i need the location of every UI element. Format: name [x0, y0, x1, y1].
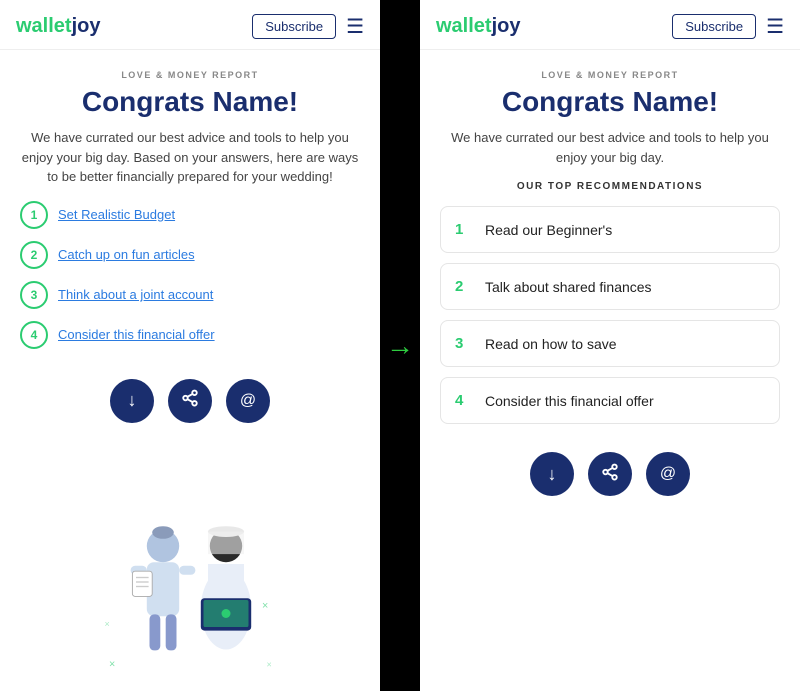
left-header: walletjoy Subscribe ☰ — [0, 0, 380, 50]
rec-item-4[interactable]: 4 Consider this financial offer — [440, 377, 780, 424]
list-item-4[interactable]: 4 Consider this financial offer — [20, 321, 360, 349]
rec-text-1: Read our Beginner's — [485, 222, 612, 238]
svg-text:×: × — [267, 660, 272, 670]
list-link-4[interactable]: Consider this financial offer — [58, 327, 215, 342]
rec-num-4: 4 — [455, 392, 473, 409]
left-download-button[interactable]: ↓ — [110, 379, 154, 423]
circle-1: 1 — [20, 201, 48, 229]
right-subtitle: We have currated our best advice and too… — [440, 128, 780, 167]
rec-num-1: 1 — [455, 221, 473, 238]
circle-2: 2 — [20, 241, 48, 269]
recommendations-list: 1 Read our Beginner's 2 Talk about share… — [440, 206, 780, 434]
left-email-button[interactable]: @ — [226, 379, 270, 423]
list-item-3[interactable]: 3 Think about a joint account — [20, 281, 360, 309]
left-logo: walletjoy — [16, 15, 100, 38]
right-report-label: LOVE & MONEY REPORT — [541, 70, 678, 80]
right-logo: walletjoy — [436, 15, 520, 38]
logo-wallet-left: wallet — [16, 15, 72, 37]
rec-text-4: Consider this financial offer — [485, 393, 654, 409]
left-header-right: Subscribe ☰ — [252, 14, 364, 39]
rec-num-2: 2 — [455, 278, 473, 295]
left-action-buttons: ↓ @ — [110, 379, 270, 423]
left-numbered-list: 1 Set Realistic Budget 2 Catch up on fun… — [20, 201, 360, 361]
recommendations-label: OUR TOP RECOMMENDATIONS — [517, 181, 703, 192]
right-hamburger-icon[interactable]: ☰ — [766, 17, 784, 37]
left-report-label: LOVE & MONEY REPORT — [121, 70, 258, 80]
list-item-2[interactable]: 2 Catch up on fun articles — [20, 241, 360, 269]
right-action-buttons: ↓ @ — [530, 452, 690, 496]
right-subscribe-button[interactable]: Subscribe — [672, 14, 756, 39]
email-icon: @ — [240, 392, 256, 410]
left-hamburger-icon[interactable]: ☰ — [346, 17, 364, 37]
left-share-button[interactable] — [168, 379, 212, 423]
download-icon: ↓ — [128, 390, 137, 411]
divider: → — [380, 0, 420, 691]
logo-wallet-right: wallet — [436, 15, 492, 37]
download-icon-right: ↓ — [548, 464, 557, 485]
right-download-button[interactable]: ↓ — [530, 452, 574, 496]
right-content: LOVE & MONEY REPORT Congrats Name! We ha… — [420, 50, 800, 691]
logo-joy-right: joy — [492, 15, 521, 37]
left-subtitle: We have currated our best advice and too… — [20, 128, 360, 187]
right-email-button[interactable]: @ — [646, 452, 690, 496]
rec-item-2[interactable]: 2 Talk about shared finances — [440, 263, 780, 310]
arrow-icon: → — [386, 330, 414, 362]
svg-text:×: × — [105, 619, 110, 629]
right-panel: walletjoy Subscribe ☰ LOVE & MONEY REPOR… — [420, 0, 800, 691]
list-link-1[interactable]: Set Realistic Budget — [58, 207, 175, 222]
rec-text-2: Talk about shared finances — [485, 279, 652, 295]
left-panel: walletjoy Subscribe ☰ LOVE & MONEY REPOR… — [0, 0, 380, 691]
svg-text:×: × — [262, 600, 268, 612]
right-share-button[interactable] — [588, 452, 632, 496]
left-congrats-title: Congrats Name! — [82, 86, 298, 118]
rec-text-3: Read on how to save — [485, 336, 617, 352]
circle-3: 3 — [20, 281, 48, 309]
share-icon — [181, 389, 199, 412]
list-item-1[interactable]: 1 Set Realistic Budget — [20, 201, 360, 229]
logo-joy-left: joy — [72, 15, 101, 37]
share-icon-right — [601, 463, 619, 486]
svg-text:×: × — [109, 659, 115, 671]
rec-item-3[interactable]: 3 Read on how to save — [440, 320, 780, 367]
left-illustration: × × × × — [20, 441, 360, 682]
right-header: walletjoy Subscribe ☰ — [420, 0, 800, 50]
right-congrats-title: Congrats Name! — [502, 86, 718, 118]
list-link-3[interactable]: Think about a joint account — [58, 287, 213, 302]
rec-item-1[interactable]: 1 Read our Beginner's — [440, 206, 780, 253]
left-content: LOVE & MONEY REPORT Congrats Name! We ha… — [0, 50, 380, 691]
email-icon-right: @ — [660, 465, 676, 483]
rec-num-3: 3 — [455, 335, 473, 352]
list-link-2[interactable]: Catch up on fun articles — [58, 247, 195, 262]
circle-4: 4 — [20, 321, 48, 349]
left-subscribe-button[interactable]: Subscribe — [252, 14, 336, 39]
right-header-right: Subscribe ☰ — [672, 14, 784, 39]
